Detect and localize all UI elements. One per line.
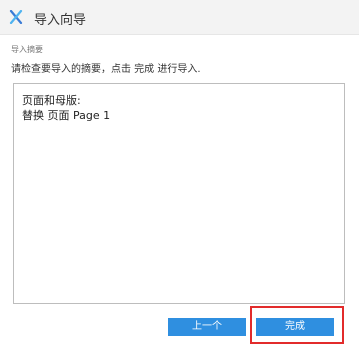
- summary-text-box[interactable]: 页面和母版: 替换 页面 Page 1: [13, 83, 345, 304]
- summary-description: 请检查要导入的摘要，点击 完成 进行导入.: [11, 64, 201, 75]
- summary-section-label: 导入摘要: [11, 45, 43, 54]
- import-wizard-window: 导入向导 导入摘要 请检查要导入的摘要，点击 完成 进行导入. 页面和母版: 替…: [0, 0, 359, 354]
- summary-line: 替换 页面 Page 1: [22, 109, 111, 122]
- window-title: 导入向导: [34, 13, 87, 28]
- finish-highlight-box: [250, 306, 344, 344]
- x-logo-icon: [9, 10, 23, 24]
- summary-line: 页面和母版:: [22, 94, 81, 107]
- title-bar: 导入向导: [0, 0, 359, 35]
- previous-button[interactable]: 上一个: [168, 318, 246, 336]
